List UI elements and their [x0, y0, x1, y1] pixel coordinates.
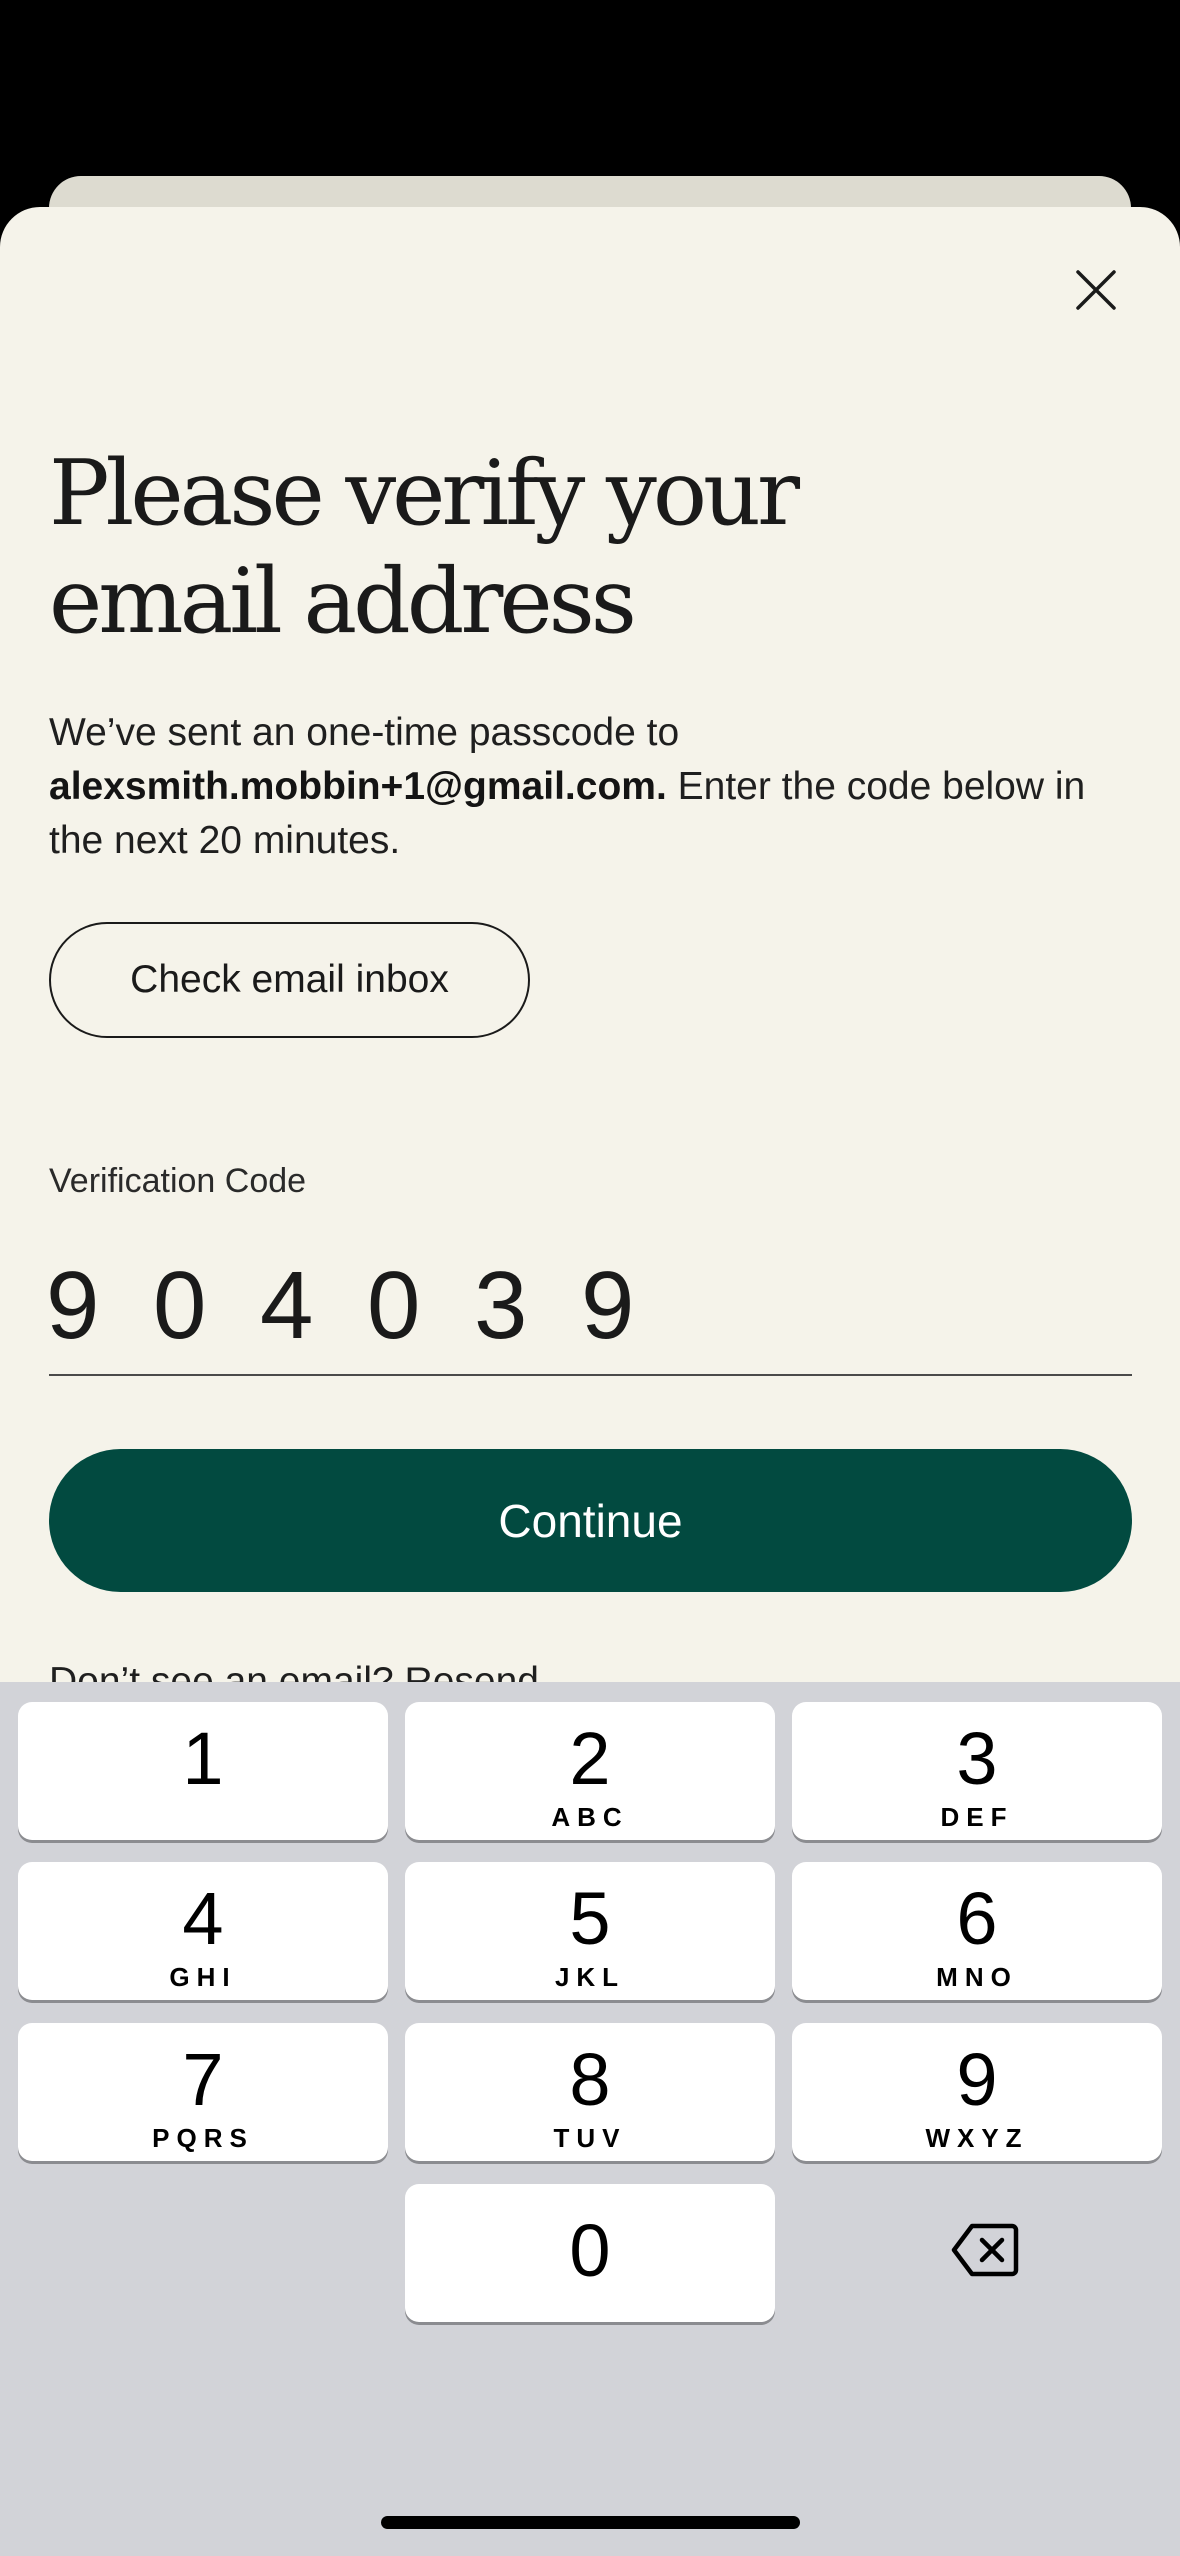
instruction-prefix: We’ve sent an one-time passcode to: [49, 711, 680, 754]
close-button[interactable]: [1066, 260, 1126, 320]
verification-code-label: Verification Code: [49, 1162, 307, 1200]
code-digit: 9: [581, 1252, 635, 1359]
delete-icon: [951, 2223, 1019, 2277]
key-number: 3: [956, 1717, 998, 1800]
key-letters: WXYZ: [925, 2123, 1029, 2153]
key-3[interactable]: 3 DEF: [792, 1702, 1162, 1840]
key-2[interactable]: 2 ABC: [405, 1702, 775, 1840]
key-number: 2: [569, 1717, 611, 1800]
key-letters: TUV: [553, 2123, 627, 2153]
key-letters: PQRS: [152, 2123, 254, 2153]
key-number: 6: [956, 1877, 998, 1960]
key-6[interactable]: 6 MNO: [792, 1862, 1162, 2000]
key-letters: ABC: [551, 1802, 629, 1832]
continue-button[interactable]: Continue: [49, 1449, 1132, 1592]
code-digit: 9: [46, 1252, 100, 1359]
key-number: 0: [569, 2209, 611, 2292]
delete-key[interactable]: [950, 2220, 1020, 2280]
key-7[interactable]: 7 PQRS: [18, 2023, 388, 2161]
key-number: 9: [956, 2038, 998, 2121]
key-number: 8: [569, 2038, 611, 2121]
check-email-inbox-button[interactable]: Check email inbox: [49, 922, 530, 1038]
key-number: 4: [182, 1877, 224, 1960]
close-icon: [1076, 270, 1116, 310]
code-digit: 4: [260, 1252, 314, 1359]
verification-code-input[interactable]: 9 0 4 0 3 9: [46, 1246, 1132, 1376]
key-1[interactable]: 1: [18, 1702, 388, 1840]
key-4[interactable]: 4 GHI: [18, 1862, 388, 2000]
code-digit: 0: [367, 1252, 421, 1359]
key-number: 5: [569, 1877, 611, 1960]
key-5[interactable]: 5 JKL: [405, 1862, 775, 2000]
home-indicator: [381, 2516, 800, 2529]
key-letters: MNO: [936, 1962, 1018, 1992]
key-8[interactable]: 8 TUV: [405, 2023, 775, 2161]
code-digit: 3: [474, 1252, 528, 1359]
instruction-text: We’ve sent an one-time passcode to alexs…: [49, 706, 1139, 868]
key-number: 7: [182, 2038, 224, 2121]
key-letters: GHI: [169, 1962, 237, 1992]
status-bar: [0, 0, 1180, 176]
key-number: 1: [182, 1717, 224, 1800]
code-digit: 0: [153, 1252, 207, 1359]
key-0[interactable]: 0: [405, 2184, 775, 2322]
email-address: alexsmith.mobbin+1@gmail.com.: [49, 765, 667, 808]
key-9[interactable]: 9 WXYZ: [792, 2023, 1162, 2161]
numeric-keyboard: 1 2 ABC 3 DEF 4 GHI 5 JKL 6 MNO 7 PQRS 8…: [0, 1682, 1180, 2556]
key-letters: JKL: [554, 1962, 626, 1992]
key-letters: DEF: [940, 1802, 1014, 1832]
page-title: Please verify your email address: [49, 441, 800, 654]
